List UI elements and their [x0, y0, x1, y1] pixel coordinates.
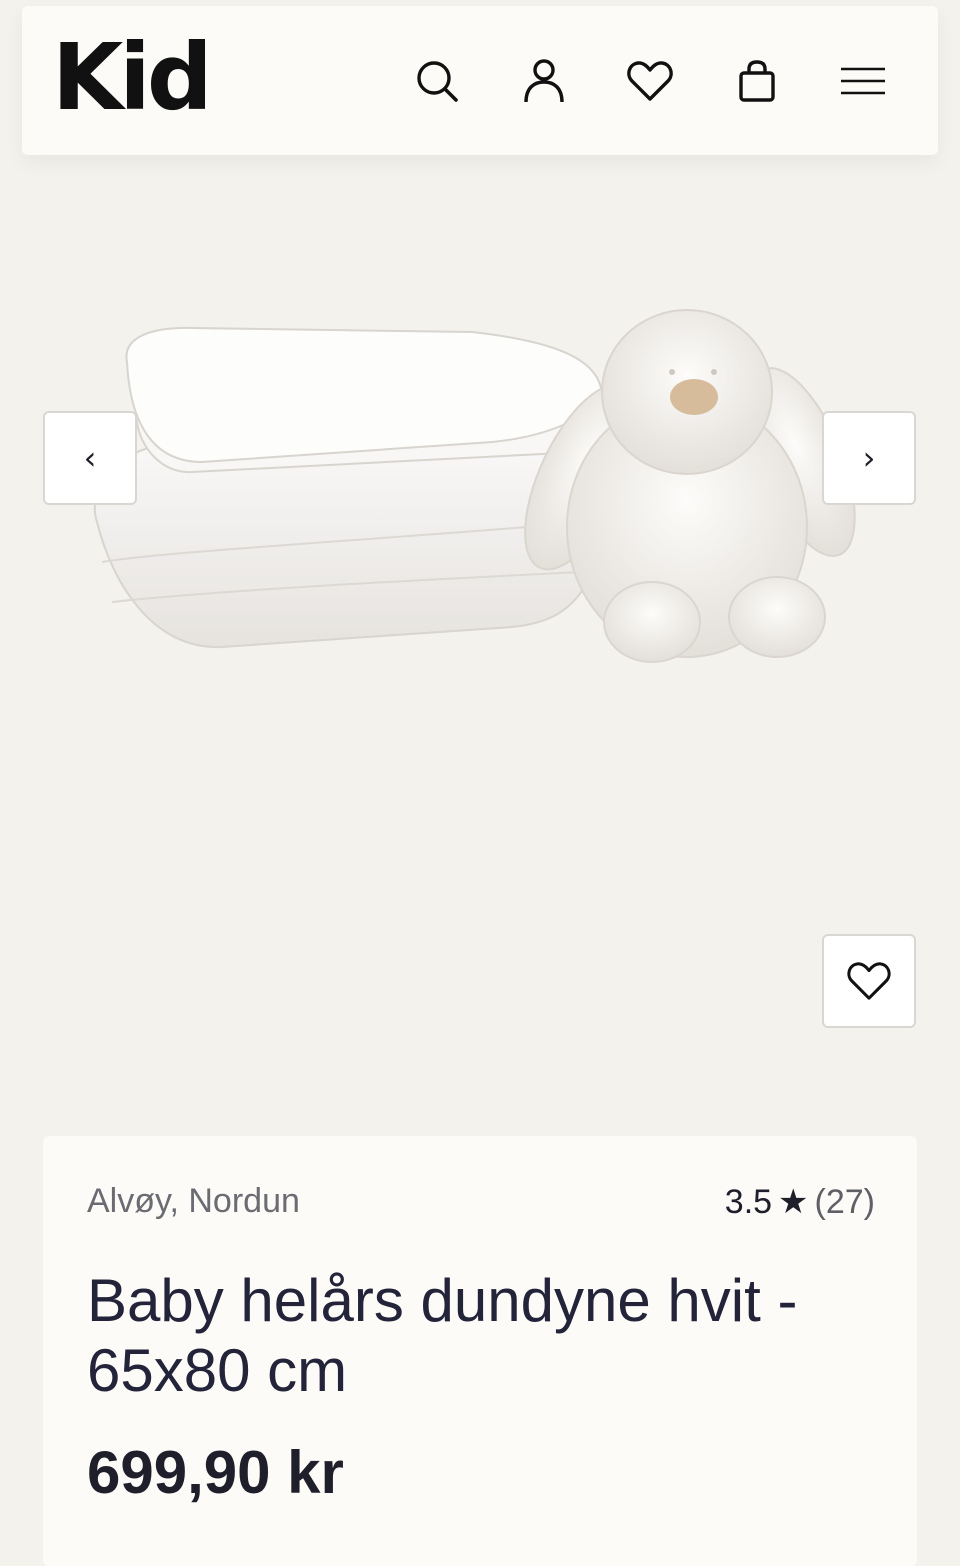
- user-icon[interactable]: [519, 56, 569, 106]
- star-icon: ★: [778, 1183, 809, 1221]
- search-icon[interactable]: [412, 56, 462, 106]
- bag-icon[interactable]: [732, 56, 782, 106]
- product-title: Baby helårs dundyne hvit - 65x80 cm: [87, 1267, 798, 1404]
- add-to-wishlist-button[interactable]: [822, 934, 916, 1028]
- gallery-next-button[interactable]: ›: [822, 411, 916, 505]
- site-header: Kid: [22, 6, 938, 155]
- kid-logo[interactable]: Kid: [52, 28, 213, 128]
- rating-value: 3.5: [724, 1183, 773, 1221]
- product-brand[interactable]: Alvøy, Nordun: [87, 1182, 300, 1221]
- product-price: 699,90 kr: [87, 1439, 344, 1506]
- product-info-card: Alvøy, Nordun 3.5 ★ (27) Baby helårs dun…: [43, 1136, 917, 1566]
- product-image-gallery[interactable]: ‹ ›: [42, 222, 918, 712]
- heart-icon[interactable]: [625, 56, 675, 106]
- chevron-right-icon: ›: [862, 439, 876, 477]
- heart-icon: [847, 962, 891, 1000]
- product-image: [93, 309, 856, 663]
- review-count: (27): [814, 1183, 875, 1221]
- product-rating[interactable]: 3.5 ★ (27): [725, 1182, 875, 1222]
- chevron-left-icon: ‹: [83, 439, 97, 477]
- gallery-prev-button[interactable]: ‹: [43, 411, 137, 505]
- menu-icon[interactable]: [838, 56, 888, 106]
